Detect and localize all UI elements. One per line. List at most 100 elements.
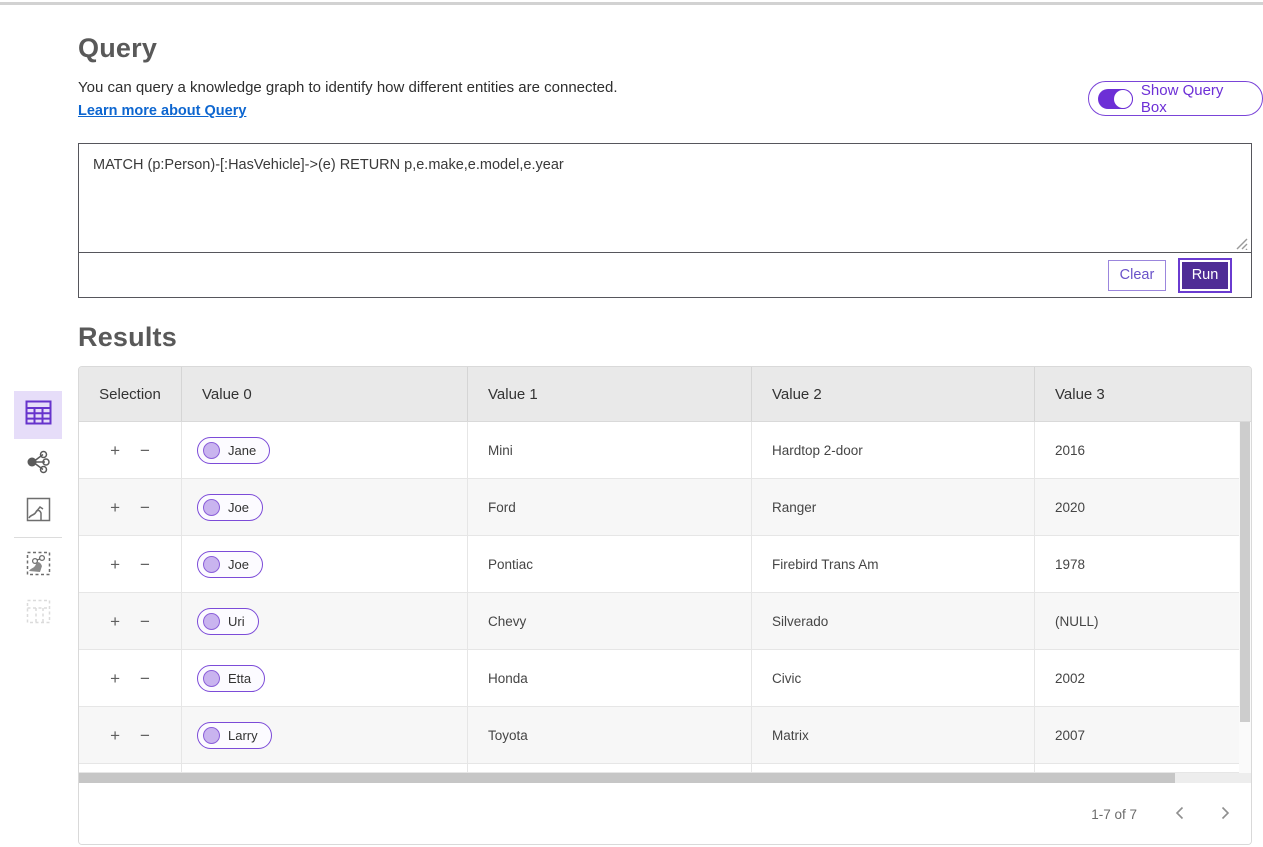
node-label: Larry	[228, 728, 258, 743]
previous-page-button[interactable]	[1167, 802, 1191, 826]
node-icon	[203, 727, 220, 744]
results-table-card: Selection Value 0 Value 1 Value 2 Value …	[78, 366, 1252, 845]
remove-selection-button[interactable]: −	[138, 440, 152, 461]
table-row: + − Joe Ford Ranger 2020	[79, 479, 1251, 536]
selection-cell: + −	[79, 422, 182, 478]
column-header-value0: Value 0	[182, 367, 468, 421]
map-graph-view-icon	[26, 551, 51, 581]
learn-more-link[interactable]: Learn more about Query	[78, 103, 246, 119]
table-row: + − Uri Chevy Silverado (NULL)	[79, 593, 1251, 650]
value2-cell: Hardtop 2-door	[752, 422, 1035, 478]
node-label: Joe	[228, 500, 249, 515]
table-row: + − Larry Toyota Matrix 2007	[79, 707, 1251, 764]
toggle-on-icon	[1098, 89, 1133, 109]
add-selection-button[interactable]: +	[108, 497, 122, 518]
remove-selection-button[interactable]: −	[138, 611, 152, 632]
vertical-scrollbar-thumb[interactable]	[1240, 422, 1250, 722]
page-description: You can query a knowledge graph to ident…	[78, 79, 618, 96]
value1-cell: Chevy	[468, 593, 752, 649]
column-header-value2: Value 2	[752, 367, 1035, 421]
value2-cell: Firebird Trans Am	[752, 536, 1035, 592]
horizontal-scrollbar[interactable]	[79, 773, 1251, 783]
sidebar-item-matrix-view-disabled	[14, 590, 62, 638]
pagination-range-label: 1-7 of 7	[1091, 807, 1137, 822]
value0-cell: Joe	[182, 536, 468, 592]
remove-selection-button[interactable]: −	[138, 725, 152, 746]
add-selection-button[interactable]: +	[108, 725, 122, 746]
selection-cell: + −	[79, 593, 182, 649]
node-pill[interactable]: Larry	[197, 722, 272, 749]
value3-cell: 2002	[1035, 650, 1251, 706]
value1-cell: Toyota	[468, 707, 752, 763]
table-row: + − Etta Honda Civic 2002	[79, 650, 1251, 707]
sidebar-item-map-graph-view[interactable]	[14, 542, 62, 590]
node-label: Etta	[228, 671, 251, 686]
node-icon	[203, 556, 220, 573]
chevron-right-icon	[1221, 806, 1230, 823]
show-query-box-toggle[interactable]: Show Query Box	[1088, 81, 1263, 116]
horizontal-scrollbar-thumb[interactable]	[79, 773, 1175, 783]
value0-cell: Jane	[182, 422, 468, 478]
sidebar-item-map-view[interactable]	[14, 488, 62, 536]
value0-cell: Joe	[182, 479, 468, 535]
add-selection-button[interactable]: +	[108, 554, 122, 575]
value3-cell: 2020	[1035, 479, 1251, 535]
graph-view-icon	[25, 450, 51, 479]
node-icon	[203, 499, 220, 516]
value1-cell: Ford	[468, 479, 752, 535]
value1-cell: Mini	[468, 422, 752, 478]
matrix-view-icon	[26, 599, 51, 629]
value0-cell: Etta	[182, 650, 468, 706]
node-pill[interactable]: Joe	[197, 494, 263, 521]
node-icon	[203, 442, 220, 459]
next-page-button[interactable]	[1213, 802, 1237, 826]
selection-cell: + −	[79, 536, 182, 592]
query-input[interactable]: MATCH (p:Person)-[:HasVehicle]->(e) RETU…	[79, 144, 1251, 252]
value2-cell: Civic	[752, 650, 1035, 706]
add-selection-button[interactable]: +	[108, 611, 122, 632]
table-view-icon	[25, 400, 52, 430]
table-row-partial	[79, 764, 1251, 773]
table-body: + − Jane Mini Hardtop 2-door 2016 + − Jo…	[79, 422, 1251, 773]
sidebar-divider	[14, 537, 62, 538]
node-label: Uri	[228, 614, 245, 629]
node-icon	[203, 613, 220, 630]
sidebar-item-table-view[interactable]	[14, 391, 62, 439]
toggle-label: Show Query Box	[1141, 82, 1247, 116]
node-label: Joe	[228, 557, 249, 572]
selection-cell: + −	[79, 707, 182, 763]
add-selection-button[interactable]: +	[108, 668, 122, 689]
value2-cell: Matrix	[752, 707, 1035, 763]
clear-button[interactable]: Clear	[1108, 260, 1166, 291]
vertical-scrollbar[interactable]	[1239, 422, 1251, 773]
column-header-selection: Selection	[79, 367, 182, 421]
node-pill[interactable]: Uri	[197, 608, 259, 635]
run-button[interactable]: Run	[1180, 260, 1230, 291]
value1-cell: Pontiac	[468, 536, 752, 592]
value3-cell: 2007	[1035, 707, 1251, 763]
node-pill[interactable]: Joe	[197, 551, 263, 578]
table-header-row: Selection Value 0 Value 1 Value 2 Value …	[79, 367, 1251, 422]
remove-selection-button[interactable]: −	[138, 668, 152, 689]
page-title: Query	[78, 33, 157, 64]
column-header-value1: Value 1	[468, 367, 752, 421]
node-pill[interactable]: Etta	[197, 665, 265, 692]
pagination-bar: 1-7 of 7	[79, 783, 1251, 845]
value3-cell: 1978	[1035, 536, 1251, 592]
node-label: Jane	[228, 443, 256, 458]
remove-selection-button[interactable]: −	[138, 497, 152, 518]
value0-cell: Larry	[182, 707, 468, 763]
node-pill[interactable]: Jane	[197, 437, 270, 464]
top-divider	[0, 2, 1263, 5]
query-page: Query You can query a knowledge graph to…	[0, 0, 1263, 847]
remove-selection-button[interactable]: −	[138, 554, 152, 575]
value3-cell: (NULL)	[1035, 593, 1251, 649]
value3-cell: 2016	[1035, 422, 1251, 478]
sidebar-item-graph-view[interactable]	[14, 440, 62, 488]
results-title: Results	[78, 322, 177, 353]
value1-cell: Honda	[468, 650, 752, 706]
add-selection-button[interactable]: +	[108, 440, 122, 461]
column-header-value3: Value 3	[1035, 367, 1251, 421]
query-button-row: Clear Run	[79, 253, 1251, 297]
map-view-icon	[26, 497, 51, 527]
